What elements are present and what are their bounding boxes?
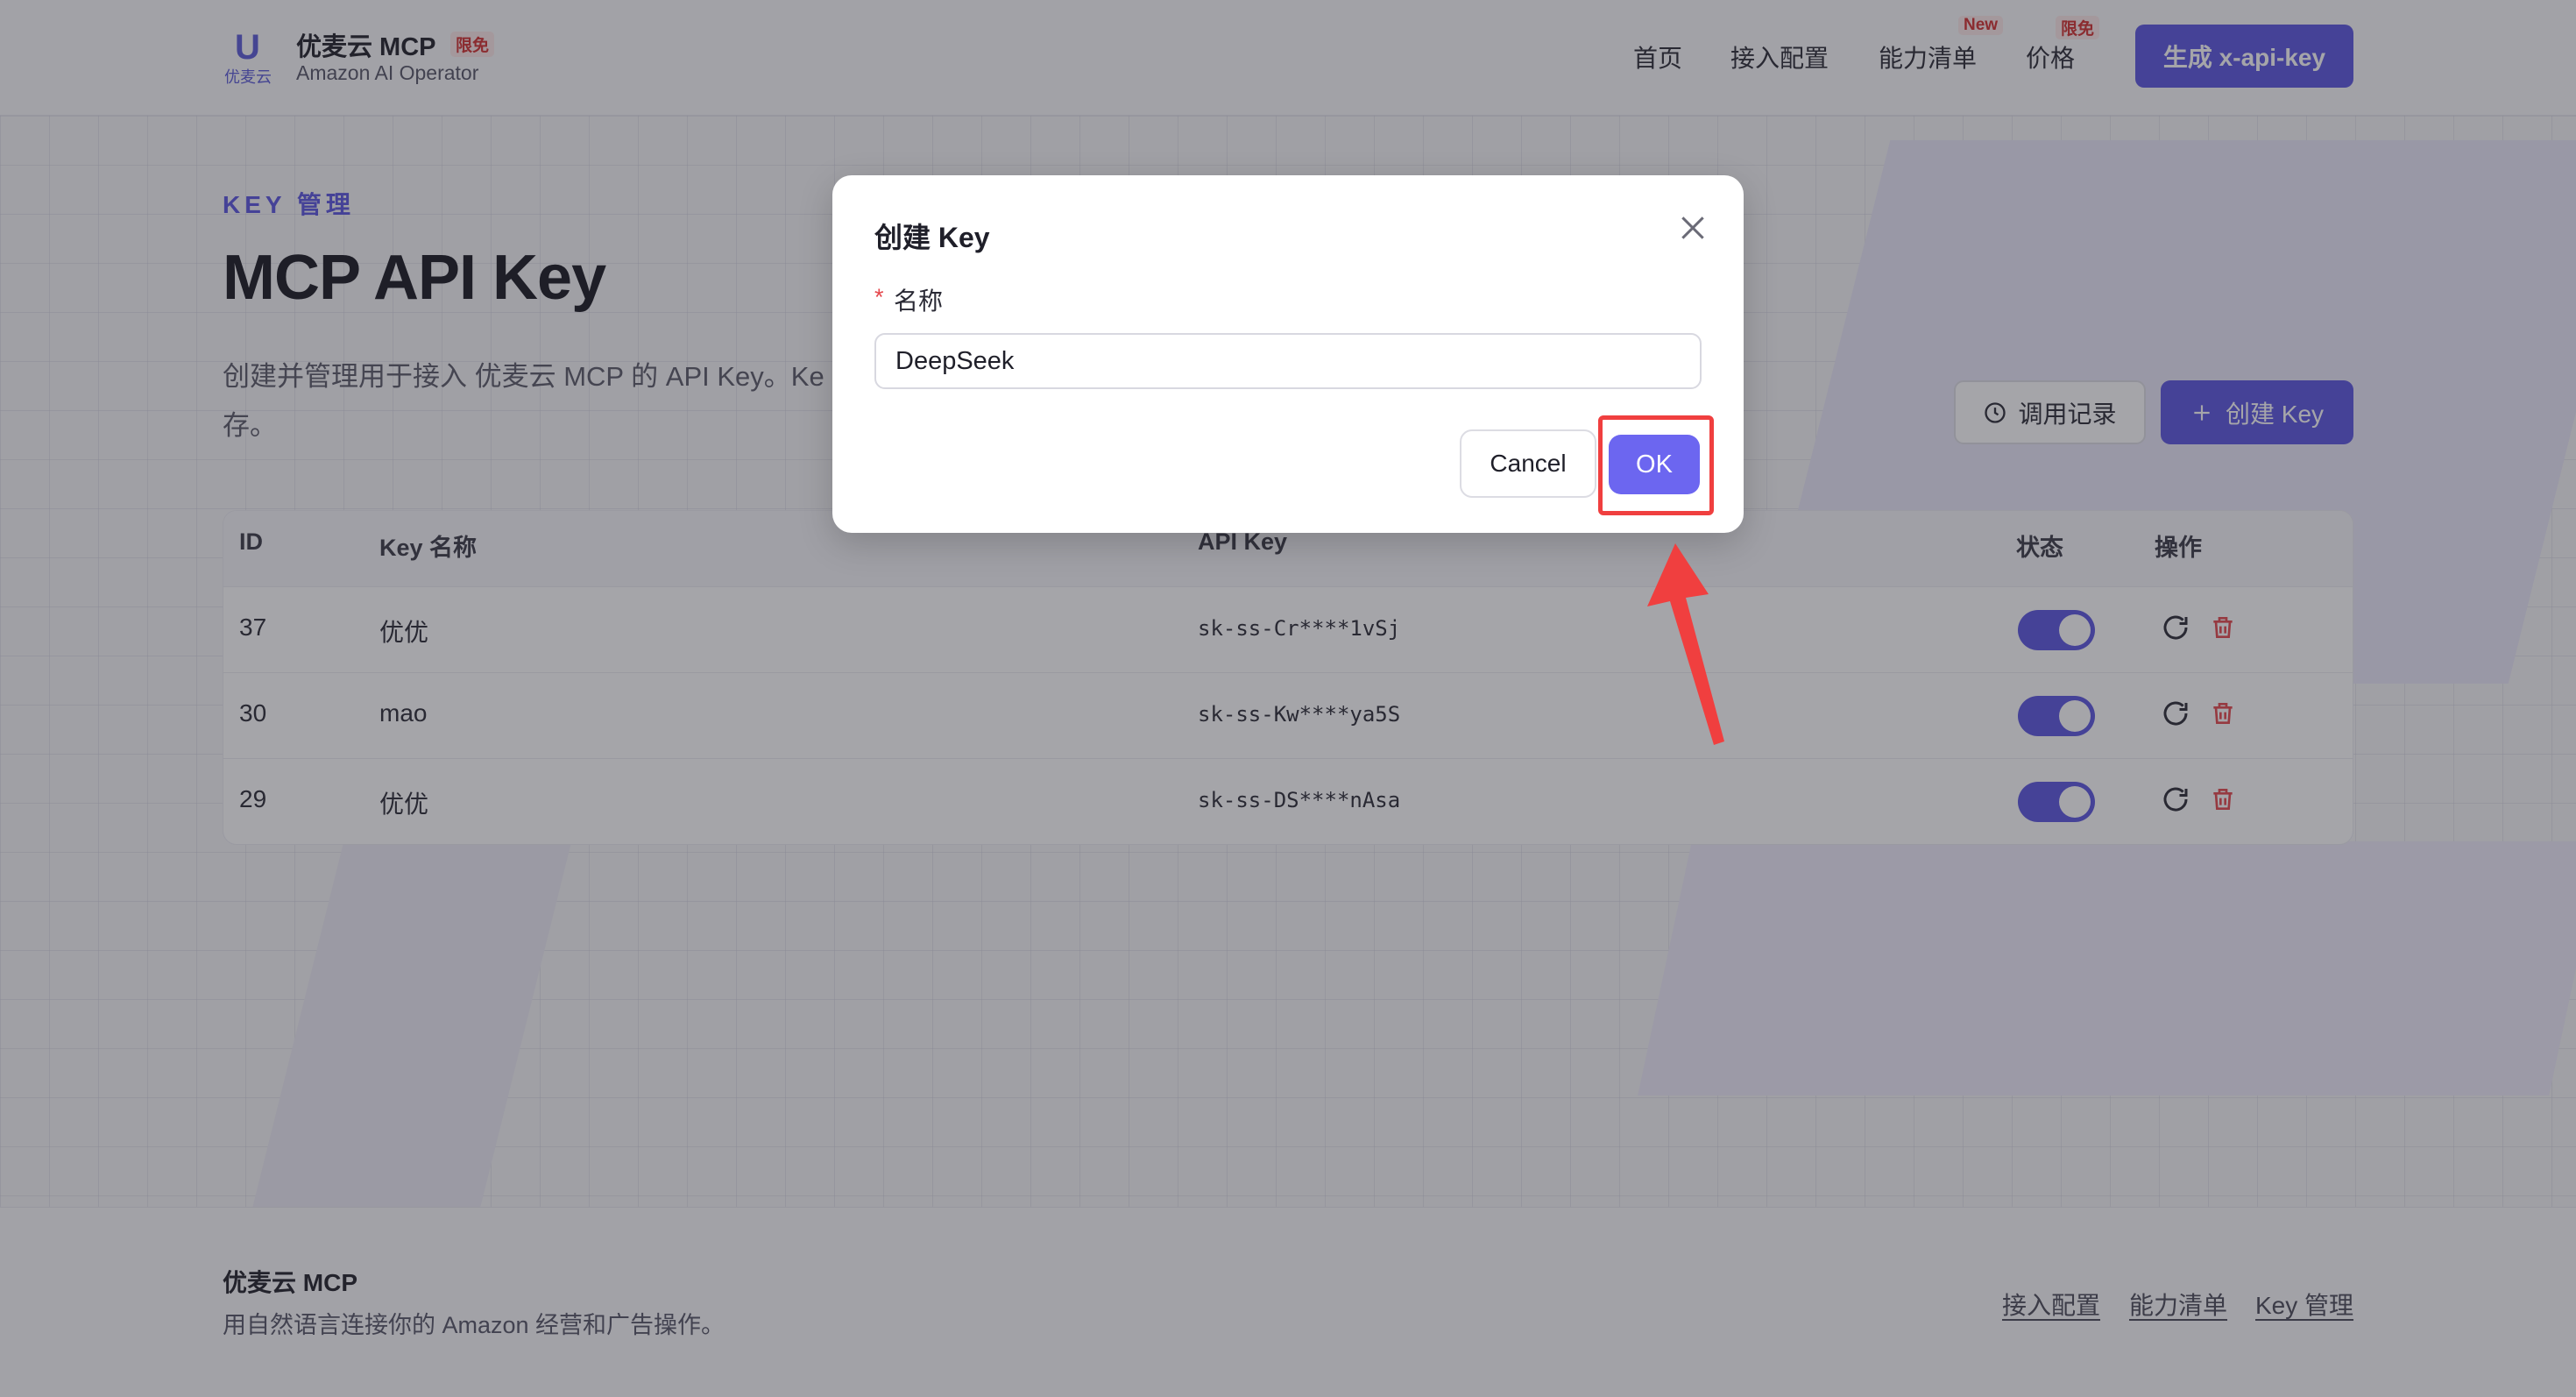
- dialog-title: 创建 Key: [874, 222, 990, 253]
- annotation-arrow-icon: [1647, 543, 1724, 745]
- cancel-button[interactable]: Cancel: [1460, 429, 1596, 498]
- name-input[interactable]: [874, 333, 1702, 389]
- name-field-label: 名称: [894, 287, 944, 315]
- required-mark: *: [874, 284, 884, 310]
- close-icon[interactable]: [1675, 210, 1710, 245]
- annotation-highlight-box: [1598, 415, 1714, 515]
